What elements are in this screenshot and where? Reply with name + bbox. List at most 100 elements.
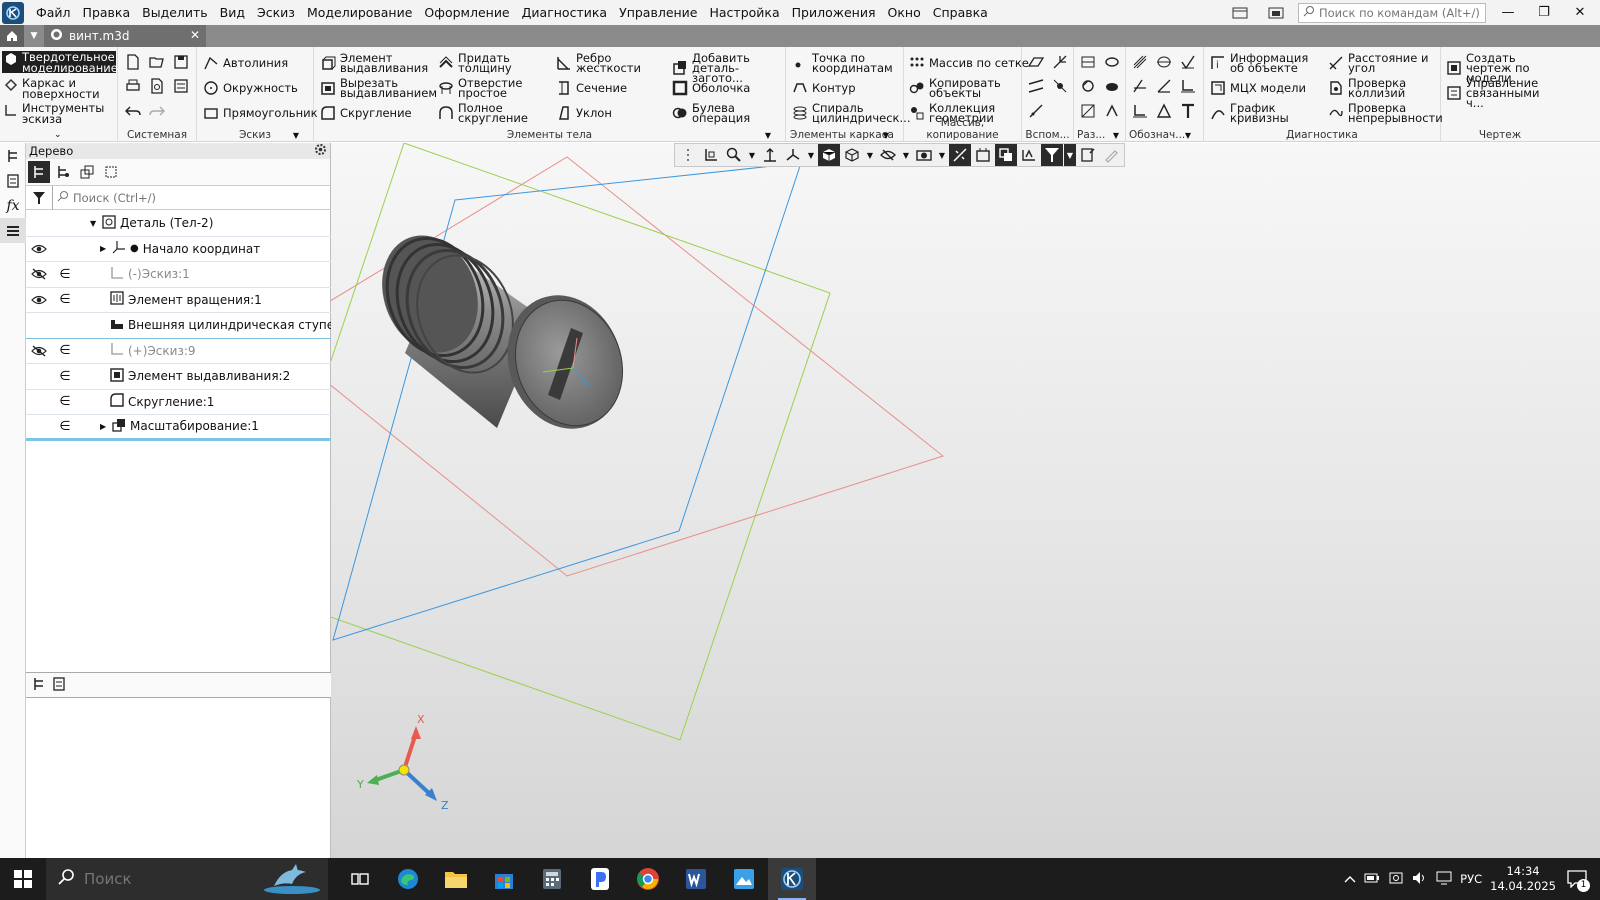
tree-row-extrude-2[interactable]: ∈ Элемент выдавливания:2 bbox=[26, 364, 331, 390]
aux-line-icon[interactable] bbox=[1027, 102, 1045, 120]
tolerance-icon[interactable] bbox=[1179, 77, 1197, 95]
fillet-button[interactable]: Скругление bbox=[320, 105, 412, 121]
windows-start-button[interactable] bbox=[0, 858, 46, 900]
roughness-icon[interactable] bbox=[1179, 53, 1197, 71]
thread-designation-icon[interactable] bbox=[1131, 53, 1149, 71]
perspective-icon[interactable] bbox=[995, 144, 1017, 166]
aux-plane-icon[interactable] bbox=[1027, 53, 1045, 71]
tree-panel-icon[interactable] bbox=[0, 143, 26, 168]
menu-item-6[interactable]: Оформление bbox=[418, 0, 515, 25]
autoline-button[interactable]: Автолиния bbox=[203, 55, 288, 71]
circle-button[interactable]: Окружность bbox=[203, 80, 298, 96]
sketch-group-dropdown-icon[interactable]: ▼ bbox=[293, 131, 299, 140]
tree-search-input[interactable] bbox=[73, 190, 273, 205]
camera-tray-icon[interactable] bbox=[1388, 871, 1404, 888]
panel-icon[interactable] bbox=[1262, 2, 1290, 24]
save-icon[interactable] bbox=[172, 53, 190, 71]
tree-row-fillet-1[interactable]: ∈ Скругление:1 bbox=[26, 390, 331, 415]
notifications-button[interactable]: 1 bbox=[1564, 866, 1590, 892]
angular-dim-icon[interactable] bbox=[1079, 77, 1097, 95]
include-in-calc-icon[interactable]: ∈ bbox=[56, 419, 74, 434]
orientation-dropdown-icon[interactable]: ▼ bbox=[805, 144, 817, 166]
view-orientation-icon[interactable] bbox=[700, 144, 722, 166]
chrome-browser-icon[interactable] bbox=[624, 858, 672, 900]
measure-icon[interactable] bbox=[1077, 144, 1099, 166]
distance-angle-button[interactable]: Расстояние и угол bbox=[1328, 52, 1438, 74]
snap-icon[interactable] bbox=[949, 144, 971, 166]
contour-button[interactable]: Контур bbox=[792, 80, 856, 96]
file-explorer-icon[interactable] bbox=[432, 858, 480, 900]
rectangle-button[interactable]: Прямоугольник bbox=[203, 105, 318, 121]
new-file-icon[interactable] bbox=[124, 53, 142, 71]
dim-group-dropdown-icon[interactable]: ▼ bbox=[1113, 131, 1119, 140]
tree-selection-icon[interactable] bbox=[100, 161, 122, 183]
menu-item-9[interactable]: Настройка bbox=[704, 0, 786, 25]
collapse-arrow-icon[interactable]: ▼ bbox=[90, 219, 98, 228]
filter-icon[interactable] bbox=[26, 186, 52, 210]
network-icon[interactable] bbox=[1436, 871, 1452, 888]
tree-row-sketch-9[interactable]: ∈ (+)Эскиз:9 bbox=[26, 339, 331, 364]
tree-bottom-list-icon[interactable] bbox=[52, 676, 66, 694]
centerline-icon[interactable] bbox=[1155, 53, 1173, 71]
aux-axis-icon[interactable] bbox=[1051, 53, 1069, 71]
modes-expand-icon[interactable]: ⌄ bbox=[54, 130, 62, 140]
designations-dropdown-icon[interactable]: ▼ bbox=[1185, 131, 1191, 140]
text-icon[interactable] bbox=[1179, 102, 1197, 120]
document-tab[interactable]: винт.m3d ✕ bbox=[44, 25, 206, 47]
battery-icon[interactable] bbox=[1364, 872, 1380, 886]
object-info-button[interactable]: i Информация об объекте bbox=[1210, 52, 1325, 74]
expand-arrow-icon[interactable]: ▶ bbox=[100, 422, 108, 431]
menu-item-5[interactable]: Моделирование bbox=[301, 0, 418, 25]
hidden-eye-icon[interactable] bbox=[30, 268, 48, 280]
wireframe-display-icon[interactable] bbox=[841, 144, 863, 166]
screw-model[interactable] bbox=[366, 222, 641, 445]
zoom-dropdown-icon[interactable]: ▼ bbox=[746, 144, 758, 166]
grid-array-button[interactable]: Массив по сетке bbox=[909, 55, 1029, 71]
normal-to-icon[interactable] bbox=[759, 144, 781, 166]
body-group-dropdown-icon[interactable]: ▼ bbox=[765, 131, 771, 140]
continuity-check-button[interactable]: Проверка непрерывности bbox=[1328, 102, 1443, 124]
zoom-icon[interactable] bbox=[723, 144, 745, 166]
minimize-button[interactable]: — bbox=[1494, 2, 1522, 24]
spiral-button[interactable]: Спираль цилиндрическ... bbox=[792, 102, 910, 124]
chevron-up-icon[interactable] bbox=[1344, 872, 1356, 886]
command-search[interactable] bbox=[1298, 2, 1486, 23]
manage-linked-drawings-button[interactable]: Управление связанными ч... bbox=[1446, 77, 1558, 109]
layout-icon[interactable] bbox=[1226, 2, 1254, 24]
leader-icon[interactable] bbox=[1131, 77, 1149, 95]
base-icon[interactable] bbox=[1155, 77, 1173, 95]
position-designation-icon[interactable] bbox=[1131, 102, 1149, 120]
menu-item-7[interactable]: Диагностика bbox=[516, 0, 613, 25]
shaded-display-icon[interactable] bbox=[818, 144, 840, 166]
preview-icon[interactable] bbox=[148, 77, 166, 95]
variables-fx-icon[interactable]: fx bbox=[0, 193, 26, 218]
curvature-graph-button[interactable]: График кривизны bbox=[1210, 102, 1310, 124]
kompas-3d-app-icon[interactable] bbox=[768, 858, 816, 900]
undo-icon[interactable] bbox=[124, 102, 142, 120]
radial-dim-icon[interactable] bbox=[1103, 53, 1121, 71]
layers-view-icon[interactable] bbox=[1018, 144, 1040, 166]
simple-hole-button[interactable]: Отверстие простое bbox=[438, 77, 528, 99]
eye-icon[interactable] bbox=[30, 295, 48, 305]
shell-button[interactable]: Оболочка bbox=[672, 80, 750, 96]
photos-app-icon[interactable] bbox=[720, 858, 768, 900]
tab-dropdown-button[interactable]: ▼ bbox=[24, 25, 44, 47]
volume-icon[interactable] bbox=[1412, 871, 1428, 888]
close-button[interactable]: ✕ bbox=[1566, 2, 1594, 24]
collision-check-button[interactable]: Проверка коллизий bbox=[1328, 77, 1428, 99]
selection-filter-icon[interactable] bbox=[1041, 144, 1063, 166]
add-blank-button[interactable]: Добавить деталь-загото... bbox=[672, 52, 784, 84]
home-tab[interactable] bbox=[0, 25, 24, 47]
section-button[interactable]: Сечение bbox=[556, 80, 627, 96]
rib-button[interactable]: Ребро жесткости bbox=[556, 52, 646, 74]
properties-panel-icon[interactable] bbox=[0, 168, 26, 193]
tree-row-sketch-1[interactable]: ∈ (-)Эскиз:1 bbox=[26, 262, 331, 288]
menu-item-1[interactable]: Правка bbox=[77, 0, 137, 25]
boolean-button[interactable]: Булева операция bbox=[672, 102, 762, 124]
taskbar-search[interactable] bbox=[46, 858, 328, 900]
thicken-button[interactable]: Придать толщину bbox=[438, 52, 528, 74]
display-dropdown-icon[interactable]: ▼ bbox=[864, 144, 876, 166]
gear-icon[interactable] bbox=[314, 143, 327, 159]
filter-dropdown-icon[interactable]: ▼ bbox=[1064, 144, 1076, 166]
tree-relations-icon[interactable] bbox=[76, 161, 98, 183]
